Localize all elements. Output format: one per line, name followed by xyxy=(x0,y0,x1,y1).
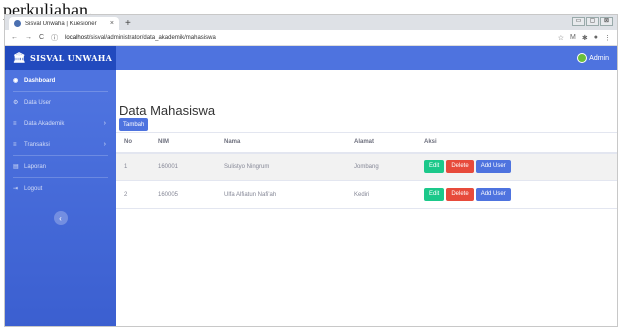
tab-title: Sisval Unwaha | Kuesioner xyxy=(25,20,97,27)
address-bar: ← → C ⓘ localhost/sisval/administrator/d… xyxy=(5,30,617,46)
sidebar-item-laporan[interactable]: ▤ Laporan xyxy=(5,156,116,177)
minimize-button[interactable]: ▭ xyxy=(572,17,585,26)
sidebar-item-label: Data User xyxy=(24,99,52,106)
edit-button[interactable]: Edit xyxy=(424,160,445,174)
top-navbar: 🏛 SISVAL UNWAHA Admin xyxy=(5,46,617,70)
url-path: /sisval/administrator/data_akademik/maha… xyxy=(88,34,216,41)
chevron-left-icon: ‹ xyxy=(59,213,62,223)
sidebar-item-label: Logout xyxy=(24,185,43,192)
add-button[interactable]: Tambah xyxy=(119,118,149,131)
report-icon: ▤ xyxy=(13,164,19,170)
window-controls: ▭ ▢ ⊠ xyxy=(572,17,613,26)
info-icon[interactable]: ⓘ xyxy=(51,33,58,43)
extension-icon[interactable]: M xyxy=(570,34,576,42)
cell-alamat: Kediri xyxy=(346,180,416,209)
table-row: 2 160005 Ulfa Alfiatun Nafi'ah Kediri Ed… xyxy=(116,180,617,209)
url-host: localhost xyxy=(65,34,89,41)
cell-alamat: Jombang xyxy=(346,152,416,181)
menu-icon[interactable]: ⋮ xyxy=(604,34,611,42)
tab-bar: Sisval Unwaha | Kuesioner × + ▭ ▢ ⊠ xyxy=(5,15,617,30)
sidebar-item-transaksi[interactable]: ≡ Transaksi › xyxy=(5,134,116,155)
sidebar-item-label: Data Akademik xyxy=(24,120,65,127)
extensions: ☆ M ✱ ● ⋮ xyxy=(558,34,611,42)
brand-name: SISVAL UNWAHA xyxy=(30,53,113,63)
table-icon: ≡ xyxy=(13,120,17,127)
table-row: 1 160001 Sulistyo Ningrum Jombang Edit De… xyxy=(116,152,617,181)
user-menu[interactable]: Admin xyxy=(577,53,609,63)
page-title: Data Mahasiswa xyxy=(119,103,216,118)
cell-nama: Ulfa Alfiatun Nafi'ah xyxy=(216,180,346,209)
profile-icon[interactable]: ● xyxy=(594,34,598,42)
cell-aksi: Edit Delete Add User xyxy=(416,152,617,181)
cell-nim: 160001 xyxy=(150,152,216,181)
chevron-right-icon: › xyxy=(103,141,106,148)
delete-button[interactable]: Delete xyxy=(446,160,474,174)
avatar xyxy=(577,53,588,63)
forward-icon[interactable]: → xyxy=(25,34,32,41)
star-icon[interactable]: ☆ xyxy=(558,34,564,42)
reload-icon[interactable]: C xyxy=(39,34,44,41)
sidebar-item-label: Dashboard xyxy=(24,77,56,84)
chevron-right-icon: › xyxy=(103,120,106,127)
new-tab-icon[interactable]: + xyxy=(125,17,131,30)
sidebar-toggle-button[interactable]: ‹ xyxy=(53,211,68,225)
brand[interactable]: 🏛 SISVAL UNWAHA xyxy=(5,46,116,70)
back-icon[interactable]: ← xyxy=(11,34,18,41)
close-window-button[interactable]: ⊠ xyxy=(600,17,613,26)
cell-no: 2 xyxy=(116,180,150,209)
sidebar-item-label: Transaksi xyxy=(24,141,50,148)
student-table: No NIM Nama Alamat Aksi 1 160001 Sulisty… xyxy=(116,132,617,209)
main-content: Data Mahasiswa Tambah No NIM Nama Alamat… xyxy=(116,70,617,326)
cell-aksi: Edit Delete Add User xyxy=(416,180,617,209)
add-user-button[interactable]: Add User xyxy=(475,188,511,201)
column-header-alamat: Alamat xyxy=(346,132,416,154)
maximize-button[interactable]: ▢ xyxy=(586,17,599,26)
sidebar: ◉ Dashboard ⚙ Data User ≡ Data Akademik … xyxy=(5,70,116,326)
bank-icon: 🏛 xyxy=(13,52,26,64)
column-header-aksi: Aksi xyxy=(416,132,617,154)
url-field[interactable]: localhost/sisval/administrator/data_akad… xyxy=(65,35,551,41)
sidebar-item-logout[interactable]: ⇥ Logout xyxy=(5,178,116,199)
cell-nama: Sulistyo Ningrum xyxy=(216,152,346,181)
dashboard-icon: ◉ xyxy=(13,78,19,84)
cell-no: 1 xyxy=(116,152,150,181)
user-icon: ⚙ xyxy=(13,100,19,106)
tab-close-icon[interactable]: × xyxy=(110,20,114,27)
browser-tab[interactable]: Sisval Unwaha | Kuesioner × xyxy=(9,17,119,30)
edit-button[interactable]: Edit xyxy=(424,188,445,201)
browser-window: Sisval Unwaha | Kuesioner × + ▭ ▢ ⊠ ← → … xyxy=(4,14,618,327)
sidebar-item-data-user[interactable]: ⚙ Data User xyxy=(5,92,116,113)
cell-nim: 160005 xyxy=(150,180,216,209)
sidebar-item-data-akademik[interactable]: ≡ Data Akademik › xyxy=(5,113,116,134)
delete-button[interactable]: Delete xyxy=(446,188,474,201)
favicon-icon xyxy=(14,20,21,27)
logout-icon: ⇥ xyxy=(13,186,19,192)
list-icon: ≡ xyxy=(13,141,17,148)
table-header-row: No NIM Nama Alamat Aksi xyxy=(116,132,617,154)
puzzle-icon[interactable]: ✱ xyxy=(582,34,588,42)
user-name: Admin xyxy=(589,54,609,62)
column-header-nama: Nama xyxy=(216,132,346,154)
sidebar-item-label: Laporan xyxy=(24,163,47,170)
column-header-nim: NIM xyxy=(150,132,216,154)
sidebar-item-dashboard[interactable]: ◉ Dashboard xyxy=(5,70,116,91)
add-user-button[interactable]: Add User xyxy=(475,160,511,174)
column-header-no: No xyxy=(116,132,150,154)
